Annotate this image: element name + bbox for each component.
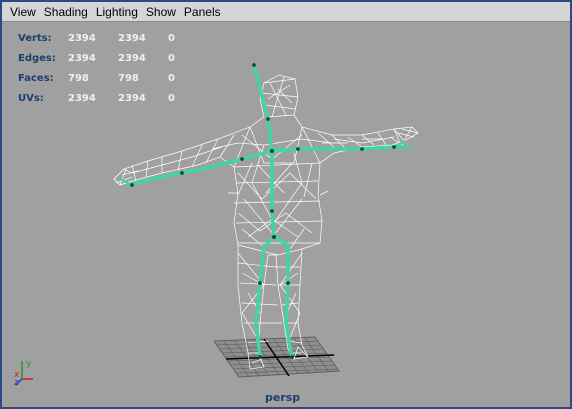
hud-row-edges: Edges: 2394 2394 0 <box>18 48 188 68</box>
skeleton-joints[interactable] <box>119 63 410 359</box>
panel-menubar: View Shading Lighting Show Panels <box>2 2 570 22</box>
menu-panels[interactable]: Panels <box>180 2 225 22</box>
hud-value: 2394 <box>118 32 146 44</box>
hud-row-uvs: UVs: 2394 2394 0 <box>18 88 188 108</box>
hud-value: 2394 <box>118 52 146 64</box>
camera-name-label: persp <box>265 391 301 404</box>
wireframe-mesh[interactable] <box>113 74 419 370</box>
hud-row-verts: Verts: 2394 2394 0 <box>18 28 188 48</box>
axis-y-label: y <box>26 359 32 369</box>
axis-gizmo-icon: y x z <box>14 359 33 388</box>
hud-value: 0 <box>168 32 175 44</box>
axis-z-label: z <box>14 378 19 388</box>
hud-value: 2394 <box>118 92 146 104</box>
hud-value: 798 <box>68 72 89 84</box>
menu-view[interactable]: View <box>6 2 40 22</box>
hud-row-faces: Faces: 798 798 0 <box>18 68 188 88</box>
hud-value: 2394 <box>68 32 96 44</box>
menu-show[interactable]: Show <box>142 2 180 22</box>
viewport-panel: View Shading Lighting Show Panels y x z … <box>0 0 572 409</box>
hud-value: 0 <box>168 72 175 84</box>
hud-label: Faces: <box>18 72 54 84</box>
hud-value: 2394 <box>68 92 96 104</box>
hud-value: 798 <box>118 72 139 84</box>
hud-value: 2394 <box>68 52 96 64</box>
hud-label: Verts: <box>18 32 52 44</box>
menu-lighting[interactable]: Lighting <box>92 2 142 22</box>
3d-viewport[interactable]: y x z Verts: 2394 2394 0 Edges: 2394 239… <box>2 23 570 407</box>
poly-count-hud: Verts: 2394 2394 0 Edges: 2394 2394 0 Fa… <box>18 28 188 108</box>
menu-shading[interactable]: Shading <box>40 2 92 22</box>
hud-label: UVs: <box>18 92 44 104</box>
hud-value: 0 <box>168 92 175 104</box>
ground-grid-icon <box>213 336 340 378</box>
hud-label: Edges: <box>18 52 56 64</box>
hud-value: 0 <box>168 52 175 64</box>
